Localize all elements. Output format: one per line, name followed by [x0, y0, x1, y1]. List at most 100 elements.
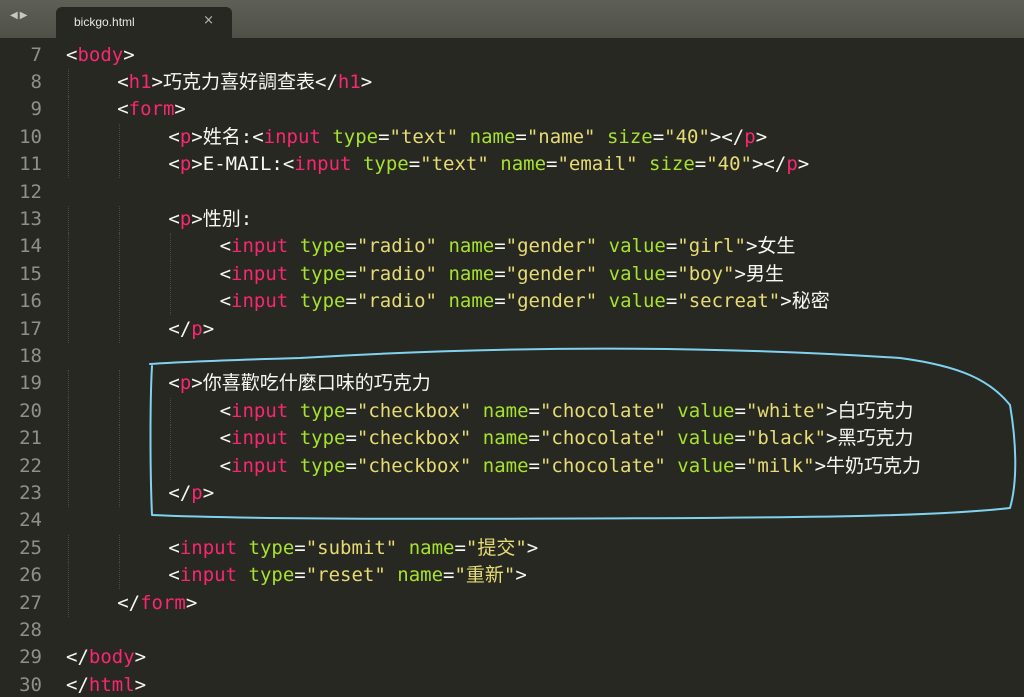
token-attr: type: [299, 262, 346, 285]
line-number: 8: [30, 70, 42, 93]
code-text: </html>: [66, 672, 146, 697]
code-text: <input type="radio" name="gender" value=…: [220, 288, 830, 315]
token-punct: >: [797, 153, 810, 176]
token-str: "black": [745, 427, 827, 450]
code-text: <input type="checkbox" name="chocolate" …: [220, 398, 914, 425]
token-tag: input: [294, 153, 352, 176]
indent-guide: [68, 123, 69, 152]
code-line[interactable]: 18: [0, 343, 1024, 370]
token-punct: >: [755, 125, 768, 148]
indent-guide: [68, 205, 69, 234]
code-text: <p>你喜歡吃什麼口味的巧克力: [168, 370, 430, 397]
token-tag: input: [231, 290, 289, 313]
line-number: 7: [30, 43, 42, 66]
token-punct: >: [174, 98, 186, 121]
token-text: 秘密: [791, 290, 830, 313]
code-line[interactable]: 14 <input type="radio" name="gender" valu…: [0, 233, 1024, 261]
code-line[interactable]: 24: [0, 507, 1024, 534]
token-str: "text": [420, 153, 489, 176]
code-line[interactable]: 13 <p>性別:: [0, 205, 1024, 234]
token-punct: [489, 153, 500, 175]
token-attr: type: [248, 536, 295, 559]
token-attr: name: [500, 153, 547, 176]
line-number: 29: [19, 646, 42, 669]
code-line[interactable]: 23 </p>: [0, 479, 1024, 508]
token-eq: =: [665, 262, 678, 285]
token-punct: <: [219, 427, 232, 450]
code-line[interactable]: 11 <p>E-MAIL:<input type="text" name="ema…: [0, 151, 1024, 179]
token-attr: type: [299, 290, 346, 313]
code-line[interactable]: 25 <input type="submit" name="提交">: [0, 534, 1024, 563]
token-eq: =: [494, 235, 506, 258]
token-tag: input: [263, 125, 321, 148]
code-line[interactable]: 10 <p>姓名:<input type="text" name="name" s…: [0, 123, 1024, 152]
token-attr: name: [408, 536, 455, 559]
token-punct: [458, 126, 469, 148]
code-line[interactable]: 16 <input type="radio" name="gender" valu…: [0, 288, 1024, 316]
code-text: <p>性別:: [168, 206, 252, 233]
code-line[interactable]: 22 <input type="checkbox" name="chocolate…: [0, 452, 1024, 480]
code-line[interactable]: 26 <input type="reset" name="重新">: [0, 562, 1024, 590]
indent-guide: [119, 233, 121, 261]
token-eq: =: [454, 536, 466, 559]
token-text: 白巧克力: [837, 399, 914, 422]
line-number: 15: [19, 262, 42, 285]
code-editor[interactable]: 7 <body> 8 <h1>巧克力喜好調查表</h1> 9 <form> 10 <p>姓名:…: [0, 40, 1024, 697]
indent-guide: [68, 68, 69, 97]
code-line[interactable]: 17 </p>: [0, 315, 1024, 343]
token-text: 姓名: [202, 125, 241, 148]
triangle-left-icon[interactable]: ◀: [10, 10, 20, 21]
code-line[interactable]: 27 </form>: [0, 589, 1024, 617]
triangle-right-icon[interactable]: ▶: [20, 10, 30, 21]
code-line[interactable]: 9 <form>: [0, 96, 1024, 124]
code-line[interactable]: 7 <body>: [0, 42, 1024, 69]
code-line[interactable]: 21 <input type="checkbox" name="chocolate…: [0, 425, 1024, 453]
token-punct: >: [134, 646, 147, 669]
token-eq: =: [494, 262, 506, 285]
token-str: "提交": [465, 536, 527, 559]
code-line[interactable]: 19 <p>你喜歡吃什麼口味的巧克力: [0, 370, 1024, 398]
token-punct: [666, 400, 677, 422]
token-punct: [597, 263, 608, 285]
token-tag: body: [88, 646, 135, 669]
token-punct: [471, 427, 482, 449]
code-line[interactable]: 29 </body>: [0, 644, 1024, 671]
token-eq: =: [345, 427, 357, 450]
indent-guide: [119, 205, 121, 234]
token-punct: [288, 455, 299, 477]
token-attr: type: [299, 235, 346, 258]
token-attr: name: [448, 235, 495, 258]
token-punct: <: [168, 372, 180, 395]
indent-guide: [119, 397, 121, 426]
indent-guide: [68, 233, 69, 261]
code-text: </body>: [66, 644, 146, 671]
code-line[interactable]: 20 <input type="checkbox" name="chocolate…: [0, 397, 1024, 426]
code-line[interactable]: 30 </html>: [0, 672, 1024, 697]
tab-bickgo-html[interactable]: bickgo.html ×: [56, 7, 232, 38]
token-punct: [237, 537, 248, 559]
token-eq: =: [294, 564, 306, 587]
code-line[interactable]: 8 <h1>巧克力喜好調查表</h1>: [0, 68, 1024, 97]
line-number: 24: [19, 509, 42, 532]
token-eq: =: [694, 153, 707, 176]
token-str: "secreat": [677, 290, 781, 313]
token-tag: p: [191, 481, 203, 504]
token-str: "milk": [745, 454, 815, 477]
token-punct: >: [151, 70, 163, 93]
token-tag: input: [231, 399, 289, 422]
token-punct: </: [168, 481, 192, 504]
token-punct: >: [191, 207, 203, 230]
token-textmono: E-MAIL: [202, 153, 272, 176]
code-text: <h1>巧克力喜好調查表</h1>: [117, 69, 372, 96]
close-icon[interactable]: ×: [203, 13, 214, 28]
code-line[interactable]: 28: [0, 617, 1024, 644]
code-text: </form>: [117, 590, 197, 617]
line-number: 27: [19, 591, 42, 614]
token-eq: =: [345, 262, 357, 285]
token-eq: =: [652, 125, 665, 148]
token-punct: :<: [240, 125, 264, 148]
token-str: "40": [664, 125, 710, 148]
line-number: 23: [19, 481, 42, 504]
code-line[interactable]: 12: [0, 179, 1024, 206]
code-line[interactable]: 15 <input type="radio" name="gender" valu…: [0, 260, 1024, 289]
